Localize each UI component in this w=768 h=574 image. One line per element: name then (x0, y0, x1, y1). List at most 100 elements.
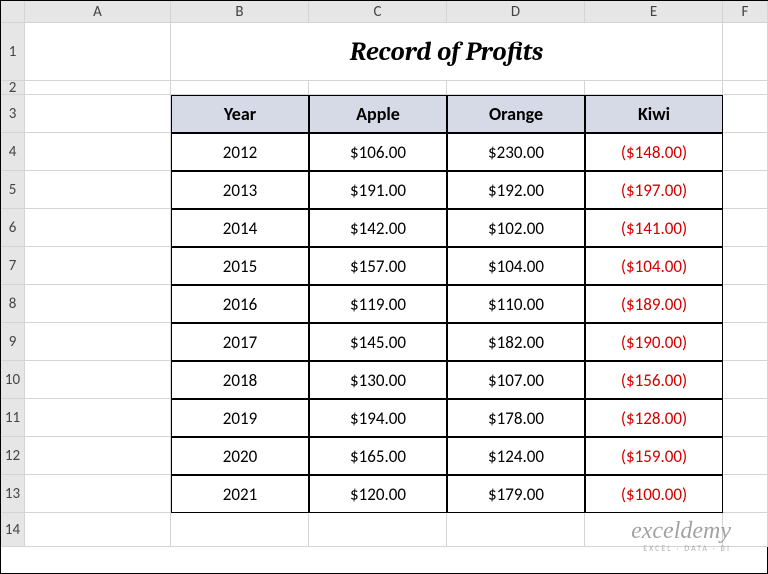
cell-A12[interactable] (25, 437, 171, 475)
cell-orange[interactable]: $182.00 (447, 323, 585, 361)
cell-kiwi[interactable]: ($156.00) (585, 361, 723, 399)
row-header-3[interactable]: 3 (1, 95, 25, 133)
cell-kiwi[interactable]: ($159.00) (585, 437, 723, 475)
cell-F3[interactable] (723, 95, 768, 133)
row-header-2[interactable]: 2 (1, 81, 25, 95)
cell-F10[interactable] (723, 361, 768, 399)
cell-year[interactable]: 2021 (171, 475, 309, 513)
cell-F9[interactable] (723, 323, 768, 361)
cell-orange[interactable]: $124.00 (447, 437, 585, 475)
cell-apple[interactable]: $120.00 (309, 475, 447, 513)
cell-apple[interactable]: $142.00 (309, 209, 447, 247)
cell-F6[interactable] (723, 209, 768, 247)
cell-A14[interactable] (25, 513, 171, 547)
col-header-F[interactable]: F (723, 1, 768, 23)
cell-D14[interactable] (447, 513, 585, 547)
cell-A1[interactable] (25, 23, 171, 81)
cell-orange[interactable]: $107.00 (447, 361, 585, 399)
cell-D2[interactable] (447, 81, 585, 95)
row-header-11[interactable]: 11 (1, 399, 25, 437)
select-all-corner[interactable] (1, 1, 25, 23)
cell-year[interactable]: 2013 (171, 171, 309, 209)
row-header-8[interactable]: 8 (1, 285, 25, 323)
cell-kiwi[interactable]: ($148.00) (585, 133, 723, 171)
cell-C14[interactable] (309, 513, 447, 547)
cell-F12[interactable] (723, 437, 768, 475)
row-header-1[interactable]: 1 (1, 23, 25, 81)
cell-A8[interactable] (25, 285, 171, 323)
page-title[interactable]: Record of Profits (171, 23, 723, 81)
header-year[interactable]: Year (171, 95, 309, 133)
cell-orange[interactable]: $102.00 (447, 209, 585, 247)
cell-C2[interactable] (309, 81, 447, 95)
cell-year[interactable]: 2012 (171, 133, 309, 171)
col-header-C[interactable]: C (309, 1, 447, 23)
cell-orange[interactable]: $178.00 (447, 399, 585, 437)
cell-apple[interactable]: $145.00 (309, 323, 447, 361)
cell-kiwi[interactable]: ($128.00) (585, 399, 723, 437)
cell-apple[interactable]: $194.00 (309, 399, 447, 437)
row-header-12[interactable]: 12 (1, 437, 25, 475)
col-header-E[interactable]: E (585, 1, 723, 23)
cell-apple[interactable]: $106.00 (309, 133, 447, 171)
cell-kiwi[interactable]: ($100.00) (585, 475, 723, 513)
cell-orange[interactable]: $230.00 (447, 133, 585, 171)
row-header-4[interactable]: 4 (1, 133, 25, 171)
cell-A7[interactable] (25, 247, 171, 285)
cell-A2[interactable] (25, 81, 171, 95)
header-kiwi[interactable]: Kiwi (585, 95, 723, 133)
cell-apple[interactable]: $157.00 (309, 247, 447, 285)
cell-F7[interactable] (723, 247, 768, 285)
row-header-14[interactable]: 14 (1, 513, 25, 547)
cell-F8[interactable] (723, 285, 768, 323)
cell-F2[interactable] (723, 81, 768, 95)
cell-year[interactable]: 2019 (171, 399, 309, 437)
cell-apple[interactable]: $165.00 (309, 437, 447, 475)
row-header-9[interactable]: 9 (1, 323, 25, 361)
cell-A13[interactable] (25, 475, 171, 513)
cell-orange[interactable]: $179.00 (447, 475, 585, 513)
cell-kiwi[interactable]: ($197.00) (585, 171, 723, 209)
cell-year[interactable]: 2014 (171, 209, 309, 247)
cell-A9[interactable] (25, 323, 171, 361)
cell-kiwi[interactable]: ($189.00) (585, 285, 723, 323)
cell-kiwi[interactable]: ($190.00) (585, 323, 723, 361)
cell-orange[interactable]: $192.00 (447, 171, 585, 209)
cell-F11[interactable] (723, 399, 768, 437)
row-header-6[interactable]: 6 (1, 209, 25, 247)
cell-kiwi[interactable]: ($141.00) (585, 209, 723, 247)
cell-F1[interactable] (723, 23, 768, 81)
cell-A6[interactable] (25, 209, 171, 247)
cell-E2[interactable] (585, 81, 723, 95)
cell-year[interactable]: 2015 (171, 247, 309, 285)
cell-A3[interactable] (25, 95, 171, 133)
cell-B2[interactable] (171, 81, 309, 95)
cell-orange[interactable]: $110.00 (447, 285, 585, 323)
col-header-A[interactable]: A (25, 1, 171, 23)
cell-F5[interactable] (723, 171, 768, 209)
cell-F13[interactable] (723, 475, 768, 513)
cell-apple[interactable]: $191.00 (309, 171, 447, 209)
cell-F4[interactable] (723, 133, 768, 171)
header-apple[interactable]: Apple (309, 95, 447, 133)
cell-B14[interactable] (171, 513, 309, 547)
cell-apple[interactable]: $119.00 (309, 285, 447, 323)
cell-year[interactable]: 2017 (171, 323, 309, 361)
cell-A10[interactable] (25, 361, 171, 399)
cell-year[interactable]: 2018 (171, 361, 309, 399)
row-header-13[interactable]: 13 (1, 475, 25, 513)
cell-orange[interactable]: $104.00 (447, 247, 585, 285)
cell-year[interactable]: 2020 (171, 437, 309, 475)
row-header-10[interactable]: 10 (1, 361, 25, 399)
row-header-5[interactable]: 5 (1, 171, 25, 209)
cell-A4[interactable] (25, 133, 171, 171)
cell-year[interactable]: 2016 (171, 285, 309, 323)
col-header-D[interactable]: D (447, 1, 585, 23)
row-header-7[interactable]: 7 (1, 247, 25, 285)
cell-A5[interactable] (25, 171, 171, 209)
cell-apple[interactable]: $130.00 (309, 361, 447, 399)
cell-kiwi[interactable]: ($104.00) (585, 247, 723, 285)
col-header-B[interactable]: B (171, 1, 309, 23)
header-orange[interactable]: Orange (447, 95, 585, 133)
cell-A11[interactable] (25, 399, 171, 437)
